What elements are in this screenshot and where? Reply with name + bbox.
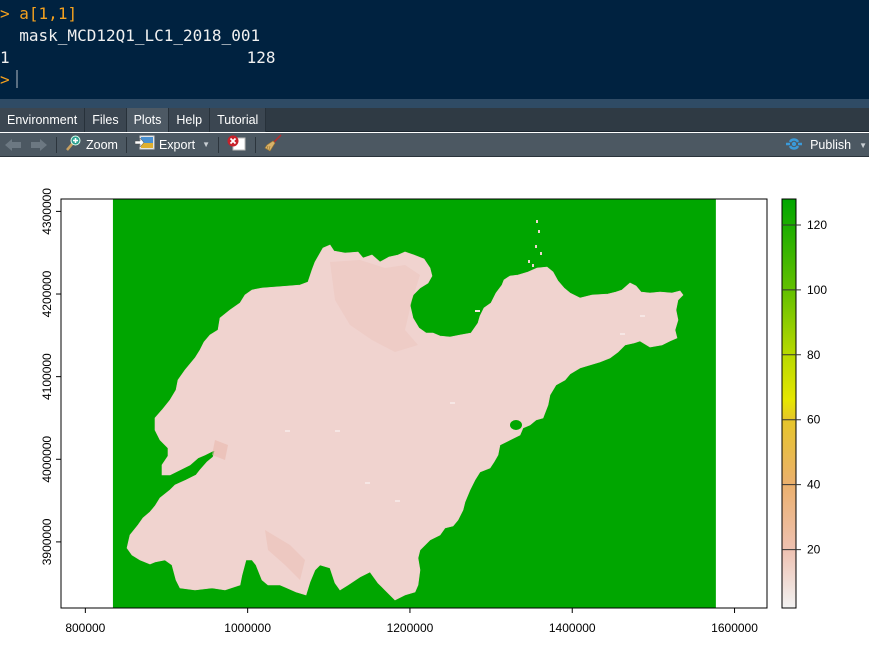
zoom-button[interactable]: Zoom [61,133,122,157]
urban-speckle [450,402,455,404]
row-value: 128 [246,48,276,67]
tab-plots[interactable]: Plots [126,108,170,132]
island [535,245,537,248]
legend-tick-label: 20 [807,543,821,557]
urban-speckle [475,310,480,312]
remove-plot-icon [227,135,247,154]
raster-plot: 800000 1000000 1200000 1400000 1600000 390000… [40,188,827,635]
y-tick-label: 4200000 [40,270,54,317]
island [540,252,542,255]
x-tick-label: 1000000 [224,621,271,635]
urban-speckle [640,315,645,317]
y-tick-label: 3900000 [40,518,54,565]
row-index: 1 [0,48,10,67]
tab-help[interactable]: Help [169,108,211,132]
plot-viewer: 800000 1000000 1200000 1400000 1600000 390000… [0,158,869,655]
color-legend: 20 40 60 80 100 120 [781,198,827,609]
island [538,230,540,233]
x-tick-label: 1200000 [387,621,434,635]
chevron-down-icon: ▼ [859,140,867,150]
arrow-right-icon [30,138,48,152]
remove-plot-button[interactable] [223,133,251,157]
y-tick-label: 4000000 [40,436,54,483]
publish-button[interactable]: Publish ▼ [784,133,869,157]
console-prompt: > [0,4,10,23]
publish-label: Publish [810,138,852,152]
legend-tick-label: 40 [807,478,821,492]
tab-environment[interactable]: Environment [0,108,86,132]
x-tick-label: 800000 [65,621,105,635]
plots-toolbar: Zoom Export ▼ Publish ▼ [0,133,869,157]
chevron-down-icon: ▼ [202,140,211,149]
clear-all-plots-button[interactable] [260,133,286,157]
toolbar-separator [218,136,220,153]
publish-icon [784,137,804,154]
urban-speckle [365,482,370,484]
back-button[interactable] [0,133,26,157]
urban-speckle [395,500,400,502]
legend-colorbar [781,198,797,609]
export-button[interactable]: Export ▼ [131,133,214,157]
legend-tick-label: 100 [807,283,827,297]
arrow-left-icon [4,138,22,152]
island [536,220,538,223]
pane-tab-bar: Environment Files Plots Help Tutorial [0,108,869,132]
toolbar-separator [125,136,127,153]
pane-splitter[interactable] [0,99,869,108]
legend-tick-label: 120 [807,218,827,232]
island [532,264,534,267]
y-tick-label: 4100000 [40,353,54,400]
export-image-icon [134,135,155,154]
urban-speckle [285,430,290,432]
legend-tick-label: 80 [807,348,821,362]
zoom-label: Zoom [86,137,118,152]
map-layer [112,199,716,608]
urban-speckle [335,430,340,432]
legend-tick-label: 60 [807,413,821,427]
r-console[interactable]: > a[1,1] mask_MCD12Q1_LC1_2018_001 1 128 … [0,0,869,99]
bay [510,420,522,430]
console-cursor[interactable] [15,70,18,88]
magnifier-zoom-icon [65,135,81,154]
toolbar-separator [56,136,57,153]
x-tick-label: 1600000 [711,621,758,635]
console-output-row: 1 128 [0,47,869,69]
toolbar-separator [255,136,257,153]
island [528,260,530,263]
y-tick-label: 4300000 [40,188,54,235]
urban-speckle [620,333,625,335]
tab-tutorial[interactable]: Tutorial [210,108,267,132]
tab-files[interactable]: Files [85,108,127,132]
forward-button[interactable] [26,133,52,157]
console-input-prompt: > [0,70,10,89]
export-label: Export [158,137,196,152]
broom-icon [264,134,282,155]
console-command: a[1,1] [19,4,78,23]
console-output-header: mask_MCD12Q1_LC1_2018_001 [0,26,261,45]
x-tick-label: 1400000 [549,621,596,635]
